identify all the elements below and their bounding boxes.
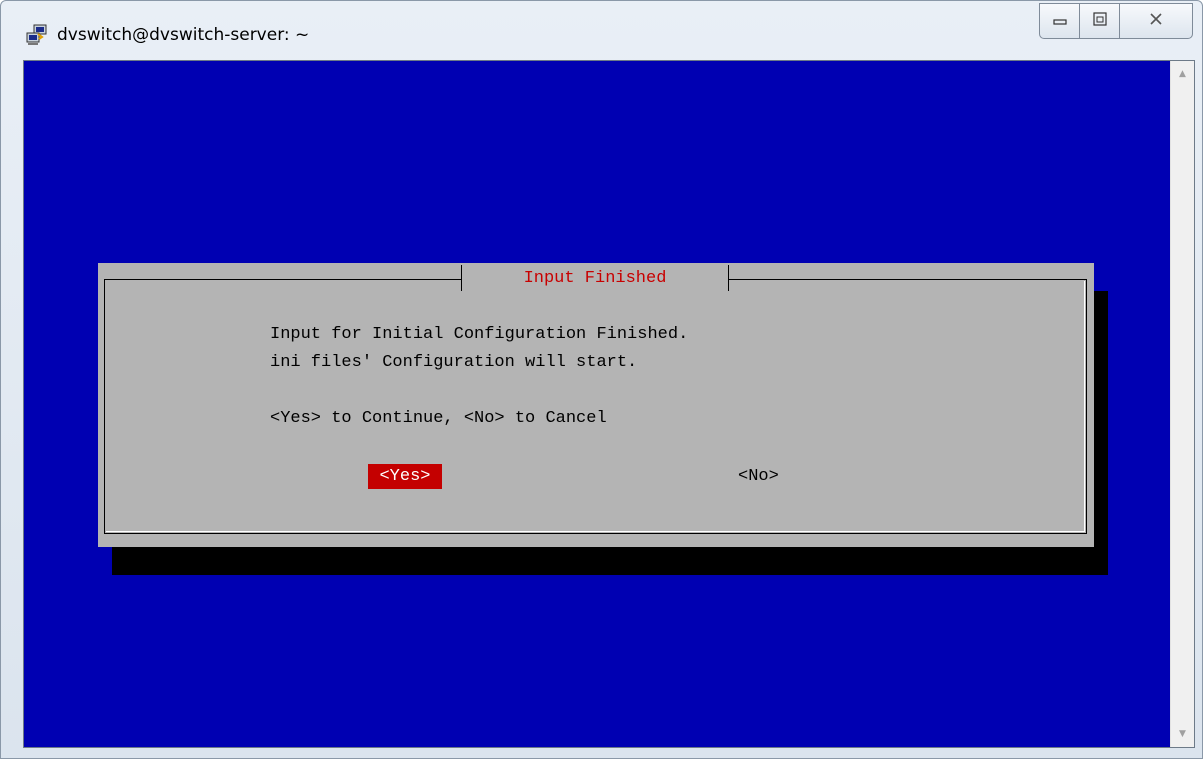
dialog-title-bar: Input Finished bbox=[461, 265, 729, 291]
dialog-message-line-2: ini files' Configuration will start. bbox=[270, 353, 638, 372]
window-title: dvswitch@dvswitch-server: ~ bbox=[57, 25, 310, 45]
terminal-window: dvswitch@dvswitch-server: ~ Input Finish… bbox=[0, 0, 1203, 759]
terminal-screen[interactable]: Input Finished Input for Initial Configu… bbox=[24, 61, 1170, 747]
scroll-up-button[interactable]: ▲ bbox=[1171, 63, 1194, 85]
no-button[interactable]: <No> bbox=[738, 464, 779, 489]
terminal-client-area: Input Finished Input for Initial Configu… bbox=[23, 60, 1195, 748]
dialog-message-line-3: <Yes> to Continue, <No> to Cancel bbox=[270, 409, 607, 428]
dialog-message-line-1: Input for Initial Configuration Finished… bbox=[270, 325, 689, 344]
maximize-icon bbox=[1092, 12, 1107, 30]
close-button[interactable] bbox=[1119, 3, 1193, 39]
putty-icon[interactable] bbox=[25, 23, 49, 47]
dialog-frame bbox=[104, 279, 1087, 534]
maximize-button[interactable] bbox=[1079, 3, 1119, 39]
window-controls bbox=[1039, 3, 1193, 41]
chevron-down-icon: ▼ bbox=[1179, 729, 1186, 739]
minimize-button[interactable] bbox=[1039, 3, 1079, 39]
dialog-title: Input Finished bbox=[523, 269, 667, 288]
minimize-icon bbox=[1052, 12, 1067, 30]
scroll-down-button[interactable]: ▼ bbox=[1171, 723, 1194, 745]
chevron-up-icon: ▲ bbox=[1179, 69, 1186, 79]
close-icon bbox=[1149, 12, 1163, 30]
yes-button[interactable]: <Yes> bbox=[368, 464, 442, 489]
vertical-scrollbar[interactable]: ▲ ▼ bbox=[1170, 61, 1194, 747]
title-bar[interactable]: dvswitch@dvswitch-server: ~ bbox=[1, 1, 1202, 59]
dialog-box: Input Finished Input for Initial Configu… bbox=[98, 263, 1094, 547]
